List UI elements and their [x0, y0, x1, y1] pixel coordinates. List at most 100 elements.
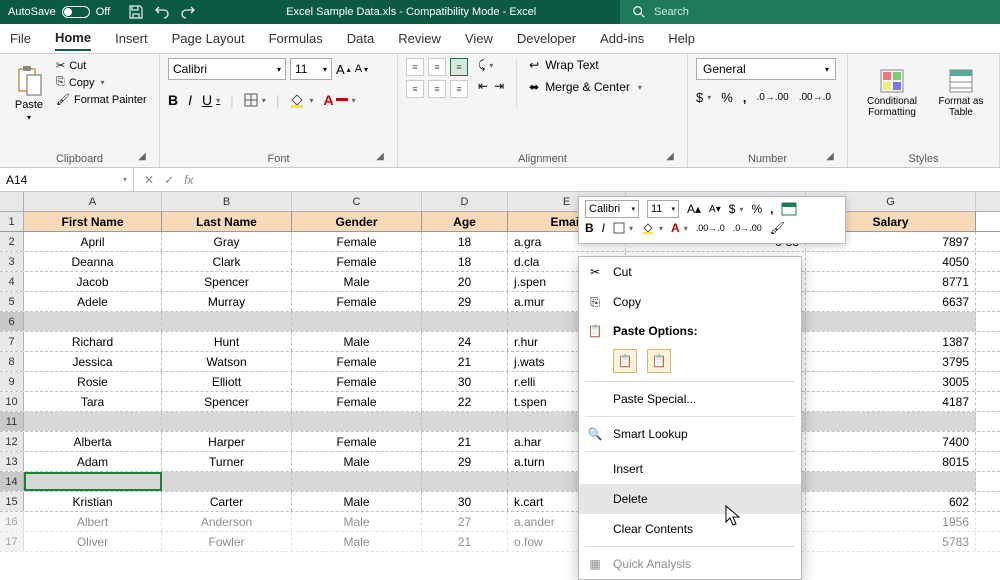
cell[interactable]: 8015	[806, 452, 976, 471]
cell[interactable]: Spencer	[162, 392, 292, 411]
increase-decimal-icon[interactable]: .0→.00	[756, 92, 788, 103]
align-right-icon[interactable]: ≡	[450, 80, 468, 98]
percent-icon[interactable]: %	[751, 202, 762, 216]
decrease-font-icon[interactable]: A▾	[355, 63, 368, 75]
comma-format-icon[interactable]: ,	[743, 90, 747, 105]
cell[interactable]: April	[24, 232, 162, 251]
col-header-d[interactable]: D	[422, 192, 508, 211]
row-header[interactable]: 4	[0, 272, 24, 291]
cell[interactable]: 3795	[806, 352, 976, 371]
cell[interactable]: Rosie	[24, 372, 162, 391]
paste-option-values[interactable]: 📋	[647, 349, 671, 373]
menu-clear-contents[interactable]: Clear Contents	[579, 514, 801, 544]
cell[interactable]	[292, 312, 422, 331]
cell[interactable]	[806, 312, 976, 331]
accounting-icon[interactable]: $	[729, 202, 744, 216]
bold-button[interactable]: B	[168, 92, 178, 108]
fill-color-button[interactable]	[289, 92, 313, 108]
cell[interactable]: Female	[292, 372, 422, 391]
cancel-icon[interactable]: ✕	[144, 173, 154, 187]
select-all-corner[interactable]	[0, 192, 24, 211]
col-header-c[interactable]: C	[292, 192, 422, 211]
row-header[interactable]: 16	[0, 512, 24, 531]
font-name-select[interactable]: Calibri▾	[168, 58, 286, 80]
cell[interactable]: Jessica	[24, 352, 162, 371]
cell[interactable]	[162, 472, 292, 491]
cell[interactable]: Female	[292, 252, 422, 271]
increase-font-icon[interactable]: A▴	[336, 62, 351, 77]
row-header[interactable]: 6	[0, 312, 24, 331]
cell[interactable]: 18	[422, 232, 508, 251]
cell[interactable]: Harper	[162, 432, 292, 451]
autosave-toggle[interactable]: AutoSave Off	[0, 6, 118, 18]
row-header[interactable]: 17	[0, 532, 24, 551]
align-left-icon[interactable]: ≡	[406, 80, 424, 98]
cell[interactable]: 6637	[806, 292, 976, 311]
cell[interactable]	[162, 312, 292, 331]
cell[interactable]: Male	[292, 492, 422, 511]
row-header[interactable]: 12	[0, 432, 24, 451]
format-as-table-button[interactable]: Format as Table	[932, 58, 990, 128]
mini-size-select[interactable]: 11▾	[647, 200, 679, 218]
row-header[interactable]: 9	[0, 372, 24, 391]
col-header-b[interactable]: B	[162, 192, 292, 211]
cell[interactable]: Anderson	[162, 512, 292, 531]
cell[interactable]: 4187	[806, 392, 976, 411]
borders-icon[interactable]	[613, 222, 633, 234]
cell[interactable]: 7400	[806, 432, 976, 451]
cell[interactable]: 1956	[806, 512, 976, 531]
tab-data[interactable]: Data	[347, 27, 374, 50]
borders-button[interactable]	[244, 93, 266, 107]
redo-icon[interactable]	[180, 4, 196, 20]
accounting-format-icon[interactable]: $	[696, 90, 711, 105]
save-icon[interactable]	[128, 4, 144, 20]
cell[interactable]: 21	[422, 352, 508, 371]
decrease-indent-icon[interactable]: ⇤	[478, 79, 488, 93]
cut-button[interactable]: ✂Cut	[54, 58, 149, 73]
cell[interactable]: 27	[422, 512, 508, 531]
cell[interactable]: Fowler	[162, 532, 292, 551]
cell[interactable]: 1387	[806, 332, 976, 351]
cell[interactable]: Adam	[24, 452, 162, 471]
fill-color-icon[interactable]	[641, 221, 663, 235]
format-painter-button[interactable]: 🖌Format Painter	[54, 92, 149, 107]
mini-font-select[interactable]: Calibri▾	[585, 200, 639, 218]
cell[interactable]: 21	[422, 532, 508, 551]
decrease-font-icon[interactable]: A▾	[709, 204, 721, 215]
paste-option-default[interactable]: 📋	[613, 349, 637, 373]
cell[interactable]: 29	[422, 452, 508, 471]
tab-home[interactable]: Home	[55, 26, 91, 51]
cell[interactable]: Oliver	[24, 532, 162, 551]
cell[interactable]: Deanna	[24, 252, 162, 271]
cell[interactable]: Female	[292, 232, 422, 251]
italic-button[interactable]: I	[602, 221, 605, 235]
align-bottom-icon[interactable]: ≡	[450, 58, 468, 76]
cell[interactable]: Spencer	[162, 272, 292, 291]
format-painter-icon[interactable]: 🖌	[770, 221, 785, 235]
cell[interactable]: Female	[292, 292, 422, 311]
dialog-launcher-icon[interactable]: ◢	[135, 149, 149, 163]
tab-view[interactable]: View	[465, 27, 493, 50]
undo-icon[interactable]	[154, 4, 170, 20]
cell[interactable]	[162, 412, 292, 431]
font-color-button[interactable]: A	[323, 92, 355, 108]
cell[interactable]: 29	[422, 292, 508, 311]
menu-insert[interactable]: Insert	[579, 454, 801, 484]
cell[interactable]: Female	[292, 392, 422, 411]
cell[interactable]: Carter	[162, 492, 292, 511]
cell[interactable]: 21	[422, 432, 508, 451]
row-header[interactable]: 5	[0, 292, 24, 311]
cell[interactable]: Albert	[24, 512, 162, 531]
decrease-decimal-icon[interactable]: .00→.0	[799, 92, 831, 103]
cell[interactable]: Female	[292, 352, 422, 371]
cell[interactable]	[422, 412, 508, 431]
cell[interactable]: 30	[422, 492, 508, 511]
increase-decimal-icon[interactable]: .0→.00	[733, 223, 762, 233]
cell[interactable]	[24, 312, 162, 331]
number-format-select[interactable]: General▾	[696, 58, 836, 80]
cell[interactable]: Male	[292, 512, 422, 531]
cell[interactable]: Watson	[162, 352, 292, 371]
align-center-icon[interactable]: ≡	[428, 80, 446, 98]
cell[interactable]: Turner	[162, 452, 292, 471]
cell[interactable]: 8771	[806, 272, 976, 291]
